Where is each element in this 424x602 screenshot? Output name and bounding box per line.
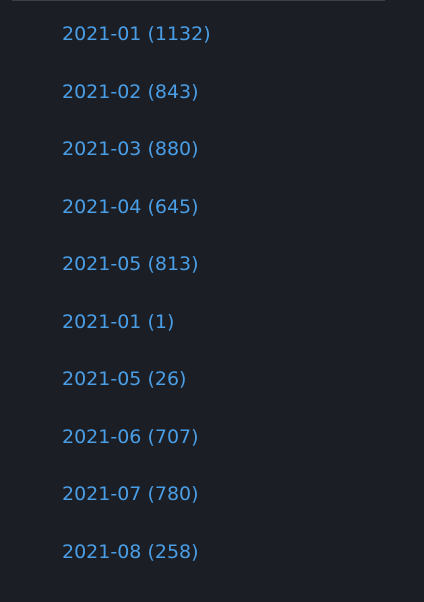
archive-link[interactable]: 2021-06 (707) [62,426,199,448]
archive-count: (780) [147,483,199,505]
archive-link[interactable]: 2021-04 (645) [62,196,199,218]
archive-count: (880) [147,138,199,160]
archive-count: (1132) [147,23,211,45]
archive-link[interactable]: 2021-03 (880) [62,138,199,160]
archive-count: (258) [147,541,199,563]
archive-month: 2021-08 [62,541,142,563]
archive-link[interactable]: 2021-01 (1) [62,311,174,333]
archive-count: (645) [147,196,199,218]
archive-count: (843) [147,81,199,103]
archive-count: (26) [147,368,187,390]
archive-count: (1) [147,311,175,333]
archive-link[interactable]: 2021-08 (258) [62,541,199,563]
archive-count: (813) [147,253,199,275]
archive-month: 2021-07 [62,483,142,505]
archive-month: 2021-05 [62,253,142,275]
archive-month: 2021-06 [62,426,142,448]
archive-month: 2021-03 [62,138,142,160]
archive-link[interactable]: 2021-07 (780) [62,483,199,505]
top-divider [12,0,385,1]
archive-panel: 2021-01 (1132) 2021-02 (843) 2021-03 (88… [0,0,424,602]
archive-month: 2021-04 [62,196,142,218]
archive-count: (707) [147,426,199,448]
archive-link[interactable]: 2021-02 (843) [62,81,199,103]
archive-link[interactable]: 2021-05 (813) [62,253,199,275]
archive-link[interactable]: 2021-01 (1132) [62,23,211,45]
archive-month: 2021-02 [62,81,142,103]
archive-month: 2021-01 [62,23,142,45]
archive-month: 2021-01 [62,311,142,333]
archive-month: 2021-05 [62,368,142,390]
archive-link[interactable]: 2021-05 (26) [62,368,186,390]
